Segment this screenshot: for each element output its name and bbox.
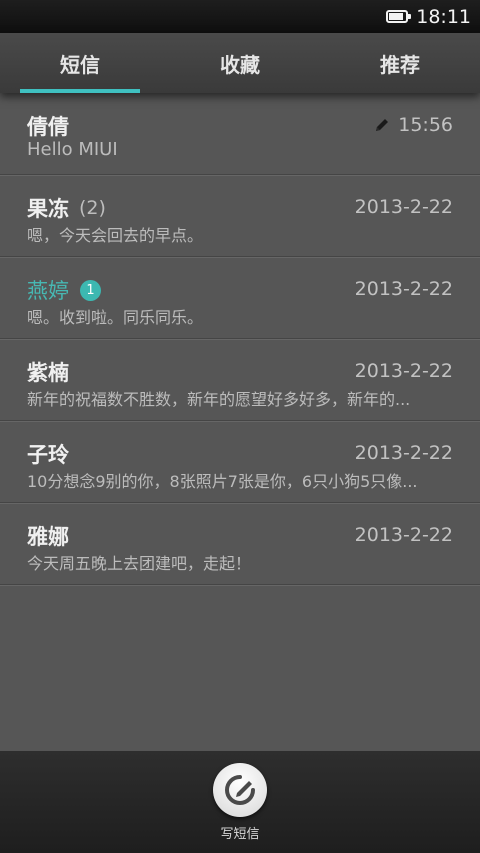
conversation-row[interactable]: 子玲 2013-2-22 10分想念9别的你，8张照片7张是你，6只小狗5只像.… bbox=[0, 421, 480, 503]
row-time: 2013-2-22 bbox=[355, 360, 453, 382]
message-preview: 嗯。收到啦。同乐同乐。 bbox=[27, 308, 204, 327]
active-tab-indicator bbox=[20, 89, 140, 93]
message-preview: Hello MIUI bbox=[27, 139, 118, 160]
contact-name: 紫楠 bbox=[27, 361, 69, 385]
tab-label: 短信 bbox=[60, 52, 100, 77]
message-time: 2013-2-22 bbox=[354, 278, 453, 300]
message-time: 2013-2-22 bbox=[354, 360, 453, 382]
conversation-row[interactable]: 紫楠 2013-2-22 新年的祝福数不胜数，新年的愿望好多好多，新年的... bbox=[0, 339, 480, 421]
tab-label: 推荐 bbox=[380, 52, 420, 77]
message-time: 2013-2-22 bbox=[354, 196, 453, 218]
battery-icon bbox=[386, 10, 412, 23]
row-time: 2013-2-22 bbox=[355, 196, 453, 218]
message-time: 2013-2-22 bbox=[354, 442, 453, 464]
bottom-bar: 写短信 bbox=[0, 751, 480, 853]
tab-bar: 短信 收藏 推荐 bbox=[0, 33, 480, 93]
row-name-line: 倩倩 bbox=[27, 111, 69, 141]
row-time: 15:56 bbox=[374, 114, 453, 136]
row-name-line: 燕婷 1 bbox=[27, 275, 101, 305]
message-preview: 10分想念9别的你，8张照片7张是你，6只小狗5只像... bbox=[27, 472, 418, 491]
compose-button[interactable] bbox=[213, 763, 267, 817]
row-name-line: 子玲 bbox=[27, 439, 69, 469]
tab-recommended[interactable]: 推荐 bbox=[320, 33, 480, 93]
contact-name: 雅娜 bbox=[27, 525, 69, 549]
conversation-row[interactable]: 倩倩 15:56 Hello MIUI bbox=[0, 93, 480, 175]
row-name-line: 果冻 (2) bbox=[27, 193, 106, 223]
conversation-list: 倩倩 15:56 Hello MIUI 果冻 (2) 2013-2-22 嗯，今… bbox=[0, 93, 480, 585]
draft-pencil-icon bbox=[376, 119, 389, 131]
unread-badge: 1 bbox=[80, 279, 101, 301]
contact-name: 倩倩 bbox=[27, 115, 69, 139]
compose-label: 写短信 bbox=[220, 827, 260, 842]
tab-messages[interactable]: 短信 bbox=[0, 33, 160, 93]
tab-label: 收藏 bbox=[220, 52, 260, 77]
messaging-screen: 18:11 短信 收藏 推荐 倩倩 15:56 Hello MIUI 果冻 (2… bbox=[0, 0, 480, 853]
contact-name: 燕婷 bbox=[27, 279, 69, 303]
row-time: 2013-2-22 bbox=[355, 524, 453, 546]
message-count: (2) bbox=[79, 197, 106, 219]
conversation-row[interactable]: 果冻 (2) 2013-2-22 嗯，今天会回去的早点。 bbox=[0, 175, 480, 257]
conversation-row[interactable]: 雅娜 2013-2-22 今天周五晚上去团建吧，走起！ bbox=[0, 503, 480, 585]
message-time: 2013-2-22 bbox=[354, 524, 453, 546]
message-preview: 新年的祝福数不胜数，新年的愿望好多好多，新年的... bbox=[27, 390, 411, 409]
message-preview: 嗯，今天会回去的早点。 bbox=[27, 226, 204, 245]
battery-level bbox=[389, 13, 403, 20]
conversation-row[interactable]: 燕婷 1 2013-2-22 嗯。收到啦。同乐同乐。 bbox=[0, 257, 480, 339]
tab-favorites[interactable]: 收藏 bbox=[160, 33, 320, 93]
row-name-line: 雅娜 bbox=[27, 521, 69, 551]
contact-name: 子玲 bbox=[27, 443, 69, 467]
message-preview: 今天周五晚上去团建吧，走起！ bbox=[27, 554, 252, 573]
compose-icon bbox=[225, 775, 255, 805]
status-time: 18:11 bbox=[416, 5, 471, 28]
contact-name: 果冻 bbox=[27, 197, 69, 221]
message-time: 15:56 bbox=[398, 114, 453, 136]
status-bar: 18:11 bbox=[0, 0, 480, 33]
row-time: 2013-2-22 bbox=[355, 278, 453, 300]
row-name-line: 紫楠 bbox=[27, 357, 69, 387]
row-time: 2013-2-22 bbox=[355, 442, 453, 464]
